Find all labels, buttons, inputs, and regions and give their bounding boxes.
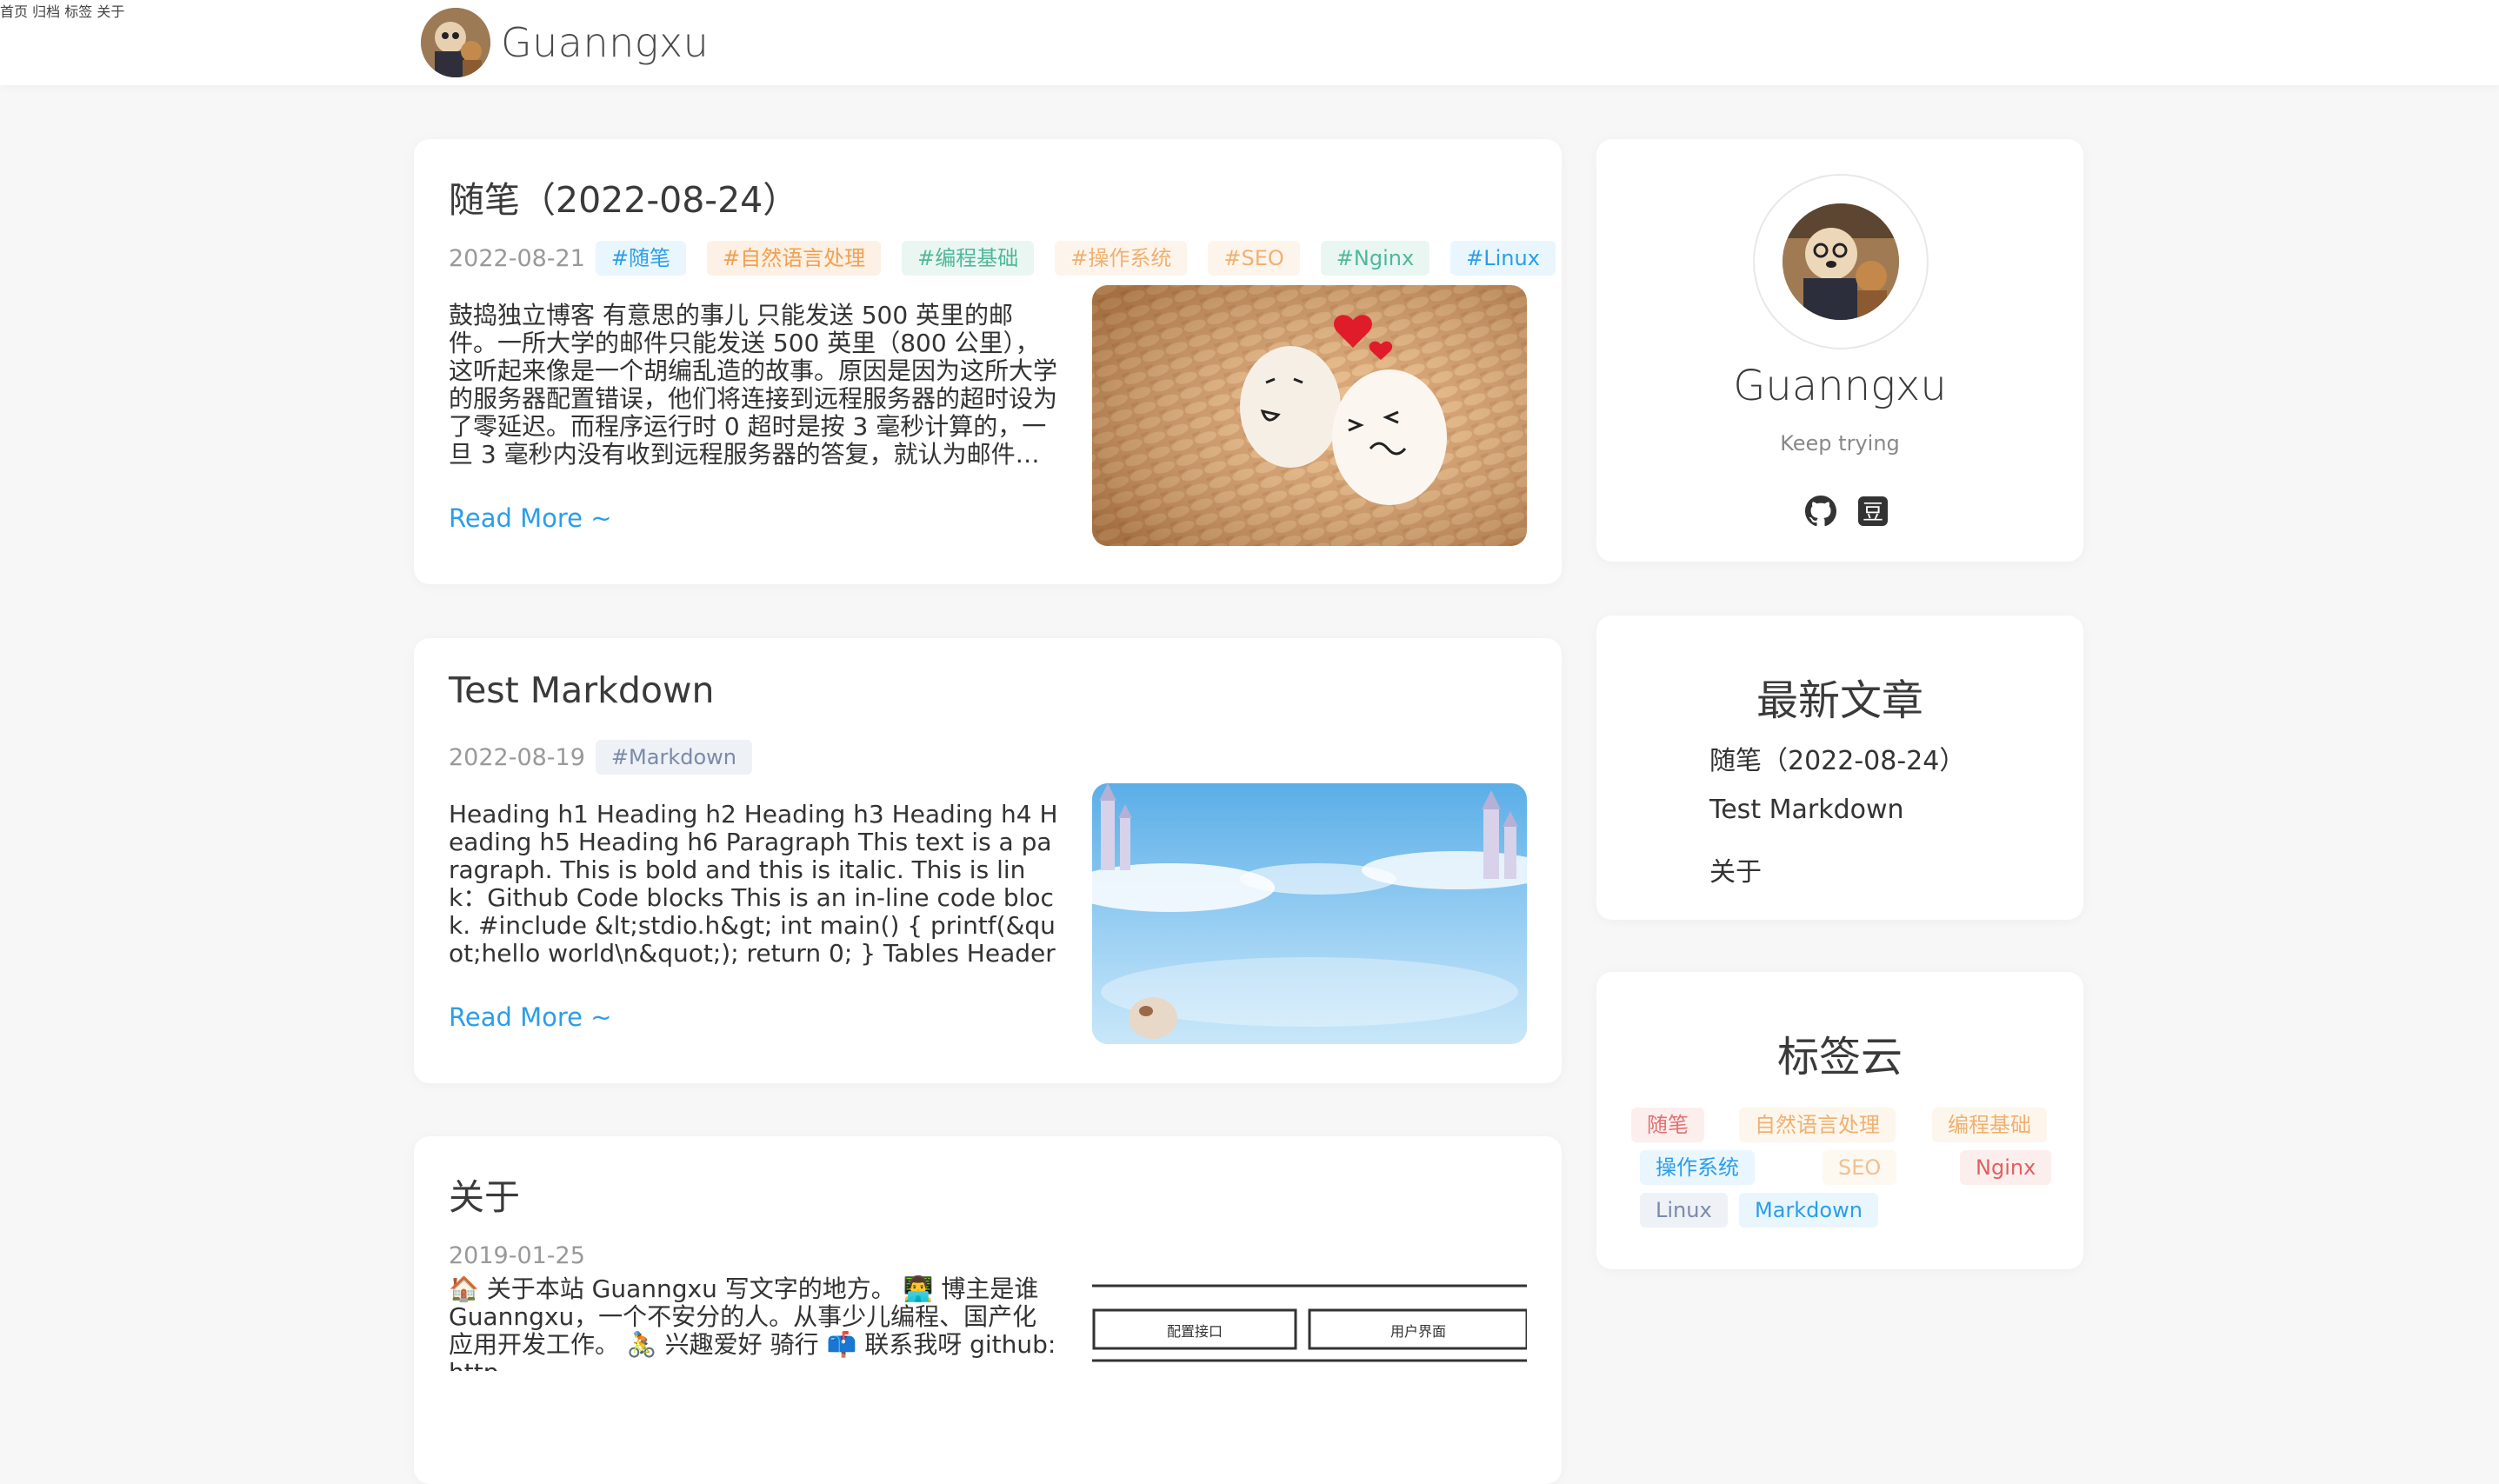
recent-post-link[interactable]: 关于 xyxy=(1709,850,1762,888)
post-tag[interactable]: #SEO xyxy=(1208,241,1300,276)
tag-cloud-card: 标签云 随笔 自然语言处理 编程基础 操作系统 SEO Nginx Linux … xyxy=(1596,972,2083,1269)
svg-text:豆: 豆 xyxy=(1863,500,1883,524)
post-thumbnail[interactable] xyxy=(1092,783,1527,1044)
cloud-tag[interactable]: 编程基础 xyxy=(1932,1108,2047,1142)
post-date: 2022-08-19 xyxy=(449,743,585,771)
post-excerpt: Heading h1 Heading h2 Heading h3 Heading… xyxy=(449,801,1058,968)
nav-about[interactable]: 关于 xyxy=(97,3,124,20)
post-title[interactable]: 随笔（2022-08-24） xyxy=(449,170,798,223)
profile-motto: Keep trying xyxy=(1780,431,1900,456)
post-date: 2022-08-21 xyxy=(449,244,585,272)
post-meta: 2022-08-21 #随笔 #自然语言处理 #编程基础 #操作系统 #SEO … xyxy=(449,240,1562,276)
post-meta: 2022-08-19 #Markdown xyxy=(449,739,773,775)
post-tag[interactable]: #Linux xyxy=(1450,241,1556,276)
post-tag[interactable]: #随笔 xyxy=(595,241,687,276)
cloud-tag[interactable]: 操作系统 xyxy=(1640,1150,1755,1185)
sky-castle-image xyxy=(1092,783,1527,1044)
profile-avatar[interactable] xyxy=(1753,174,1929,349)
post-thumbnail[interactable] xyxy=(1092,285,1527,546)
post-meta: 2019-01-25 xyxy=(449,1237,596,1274)
recent-heading: 最新文章 xyxy=(1756,676,1923,725)
diagram-label: 用户界面 xyxy=(1390,1323,1446,1340)
profile-card: Guanngxu Keep trying 豆 xyxy=(1596,139,2083,562)
tag-cloud-heading: 标签云 xyxy=(1776,1033,1903,1081)
post-tag[interactable]: #Markdown xyxy=(595,740,752,775)
post-date: 2019-01-25 xyxy=(449,1241,585,1269)
post-card: Test Markdown 2022-08-19 #Markdown Headi… xyxy=(414,638,1562,1083)
recent-post-link[interactable]: Test Markdown xyxy=(1709,795,1904,825)
avatar-image xyxy=(421,8,490,77)
post-tag[interactable]: #操作系统 xyxy=(1055,241,1188,276)
diagram-label: 配置接口 xyxy=(1167,1323,1223,1340)
brand[interactable]: Guanngxu xyxy=(421,8,709,77)
site-avatar xyxy=(421,8,490,77)
post-thumbnail[interactable]: 配置接口 用户界面 xyxy=(1092,1284,1527,1484)
nav-home[interactable]: 首页 xyxy=(0,3,28,20)
diagram-image: 配置接口 用户界面 xyxy=(1092,1284,1527,1458)
post-tag[interactable]: #自然语言处理 xyxy=(707,241,882,276)
site-header: Guanngxu 首页 归档 标签 关于 xyxy=(0,0,2499,85)
post-excerpt: 鼓捣独立博客 有意思的事儿 只能发送 500 英里的邮件。一所大学的邮件只能发送… xyxy=(449,302,1058,469)
social-links: 豆 xyxy=(1805,496,1889,527)
cloud-tag[interactable]: SEO xyxy=(1823,1150,1897,1185)
cloud-tag[interactable]: Nginx xyxy=(1960,1150,2052,1185)
recent-posts-card: 最新文章 随笔（2022-08-24） Test Markdown 关于 xyxy=(1596,616,2083,920)
site-title: Guanngxu xyxy=(501,19,710,66)
cloud-tag[interactable]: 自然语言处理 xyxy=(1739,1108,1896,1142)
read-more-link[interactable]: Read More ~ xyxy=(449,503,612,533)
post-card: 随笔（2022-08-24） 2022-08-21 #随笔 #自然语言处理 #编… xyxy=(414,139,1562,584)
recent-post-link[interactable]: 随笔（2022-08-24） xyxy=(1709,739,1965,777)
douban-icon[interactable]: 豆 xyxy=(1857,496,1889,527)
avatar-image xyxy=(1783,203,1899,320)
read-more-link[interactable]: Read More ~ xyxy=(449,1002,612,1032)
eggs-image xyxy=(1092,285,1527,546)
nav-archive[interactable]: 归档 xyxy=(32,3,60,20)
post-tag[interactable]: #编程基础 xyxy=(902,241,1035,276)
github-icon[interactable] xyxy=(1805,496,1836,527)
profile-name: Guanngxu xyxy=(1733,362,1947,410)
post-card: 关于 2019-01-25 🏠 关于本站 Guanngxu 写文字的地方。 👨‍… xyxy=(414,1136,1562,1484)
post-title[interactable]: 关于 xyxy=(449,1168,520,1220)
post-title[interactable]: Test Markdown xyxy=(449,669,715,711)
cloud-tag[interactable]: Linux xyxy=(1640,1193,1728,1228)
post-excerpt: 🏠 关于本站 Guanngxu 写文字的地方。 👨‍💻 博主是谁 Guanngx… xyxy=(449,1275,1056,1371)
cloud-tag[interactable]: 随笔 xyxy=(1631,1108,1704,1142)
nav-tags[interactable]: 标签 xyxy=(64,3,92,20)
post-tag[interactable]: #Nginx xyxy=(1320,241,1430,276)
cloud-tag[interactable]: Markdown xyxy=(1739,1193,1878,1228)
